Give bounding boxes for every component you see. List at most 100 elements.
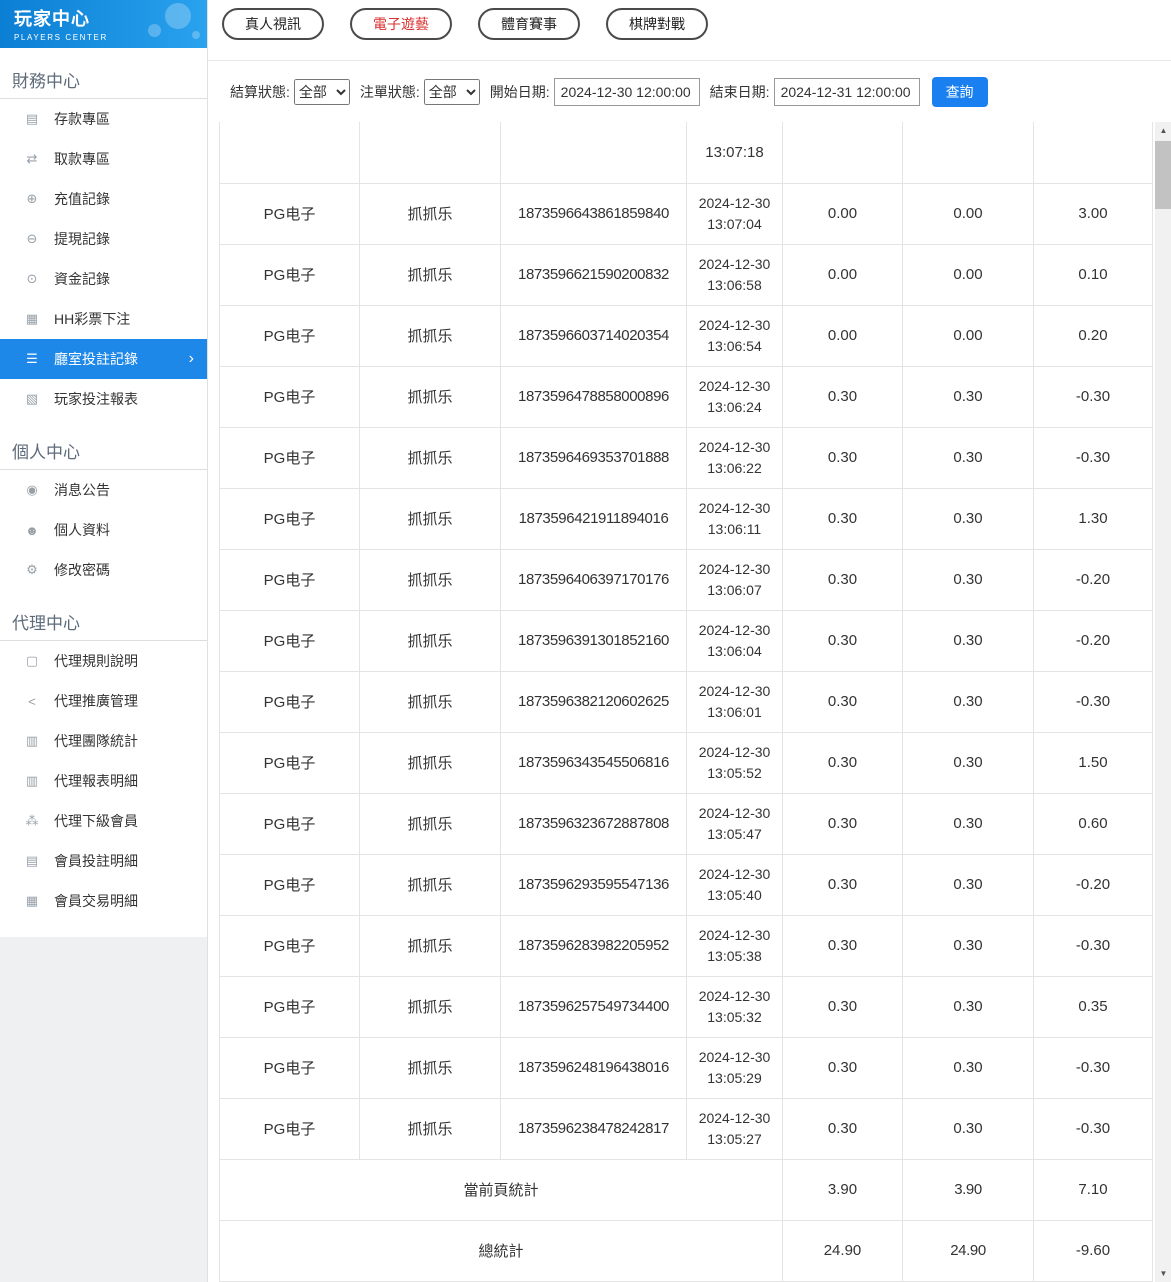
sidebar-item[interactable]: ☻個人資料 [0, 510, 207, 550]
player-bet-report-icon: ▧ [23, 391, 41, 407]
sidebar-item[interactable]: ▦會員交易明細 [0, 881, 207, 921]
time-cell: 2024-12-3013:06:01 [687, 671, 783, 732]
game-cell: 抓抓乐 [360, 976, 501, 1037]
table-row: PG电子抓抓乐18735963435455068162024-12-3013:0… [220, 732, 1153, 793]
order-cell: 1873596478858000896 [501, 366, 687, 427]
winloss-cell: -0.30 [1034, 427, 1153, 488]
scroll-down-arrow-icon[interactable]: ▼ [1155, 1265, 1171, 1282]
room-bet-records-icon: ☰ [23, 351, 41, 367]
order-status-select[interactable]: 全部 [424, 79, 480, 105]
provider-cell: PG电子 [220, 427, 360, 488]
game-cell: 抓抓乐 [360, 1098, 501, 1159]
game-cell: 抓抓乐 [360, 366, 501, 427]
sidebar-item[interactable]: <代理推廣管理 [0, 681, 207, 721]
bet-amount-cell: 0.30 [783, 427, 903, 488]
category-tab[interactable]: 棋牌對戰 [606, 8, 708, 40]
winloss-cell: -0.30 [1034, 1098, 1153, 1159]
provider-cell: PG电子 [220, 366, 360, 427]
order-cell: 1873596643861859840 [501, 183, 687, 244]
category-tab[interactable]: 真人視訊 [222, 8, 324, 40]
time-cell: 13:07:18 [687, 122, 783, 183]
table-row: PG电子抓抓乐18735964693537018882024-12-3013:0… [220, 427, 1153, 488]
game-cell: 抓抓乐 [360, 427, 501, 488]
valid-bet-cell: 0.30 [903, 1098, 1034, 1159]
scroll-thumb[interactable] [1155, 141, 1171, 209]
end-date-input[interactable] [774, 78, 920, 106]
scrollbar[interactable]: ▲ ▼ [1155, 122, 1171, 1282]
provider-cell: PG电子 [220, 305, 360, 366]
sidebar-item[interactable]: ⊖提現記錄 [0, 219, 207, 259]
bet-date: 2024-12-30 [692, 742, 777, 763]
bet-time: 13:06:04 [692, 641, 777, 662]
time-cell: 2024-12-3013:06:58 [687, 244, 783, 305]
query-button[interactable]: 查詢 [932, 77, 988, 107]
sidebar-item-label: 修改密碼 [54, 560, 110, 580]
time-cell: 2024-12-3013:05:52 [687, 732, 783, 793]
start-date-input[interactable] [554, 78, 700, 106]
sidebar-item[interactable]: ⁂代理下級會員 [0, 801, 207, 841]
sidebar-item[interactable]: ◉消息公告 [0, 470, 207, 510]
scroll-up-arrow-icon[interactable]: ▲ [1155, 122, 1171, 139]
promotion-share-icon: < [23, 694, 41, 709]
sidebar-item[interactable]: ⊙資金記錄 [0, 259, 207, 299]
sidebar-section-title: 財務中心 [0, 58, 207, 99]
sidebar-item-label: 消息公告 [54, 480, 110, 500]
valid-bet-cell: 0.00 [903, 305, 1034, 366]
member-bets-icon: ▤ [23, 853, 41, 869]
bet-amount-cell: 0.30 [783, 366, 903, 427]
bet-records-table-wrap: 13:07:18PG电子抓抓乐18735966438618598402024-1… [219, 122, 1153, 1282]
lottery-bet-icon: ▦ [23, 311, 41, 327]
sidebar-item[interactable]: ☰廳室投註記錄› [0, 339, 207, 379]
bet-amount-cell: 0.30 [783, 1098, 903, 1159]
game-cell: 抓抓乐 [360, 671, 501, 732]
bet-time: 13:06:01 [692, 702, 777, 723]
sidebar-item[interactable]: ⇄取款專區 [0, 139, 207, 179]
sidebar-item[interactable]: ⚙修改密碼 [0, 550, 207, 590]
sidebar: 玩家中心 PLAYERS CENTER 財務中心▤存款專區⇄取款專區⊕充值記錄⊖… [0, 0, 208, 1282]
bet-time: 13:05:40 [692, 885, 777, 906]
report-detail-icon: ▥ [23, 773, 41, 789]
valid-bet-cell: 0.30 [903, 854, 1034, 915]
table-row: PG电子抓抓乐18735966037140203542024-12-3013:0… [220, 305, 1153, 366]
winloss-cell: 0.10 [1034, 244, 1153, 305]
game-cell: 抓抓乐 [360, 1037, 501, 1098]
order-cell: 1873596469353701888 [501, 427, 687, 488]
decor-circle [192, 31, 200, 39]
valid-bet-cell: 0.30 [903, 976, 1034, 1037]
settle-status-select[interactable]: 全部 [294, 79, 350, 105]
sidebar-item[interactable]: ▢代理規則說明 [0, 641, 207, 681]
sidebar-item[interactable]: ▦HH彩票下注 [0, 299, 207, 339]
sidebar-item[interactable]: ▧玩家投注報表 [0, 379, 207, 419]
bet-amount-cell: 0.00 [783, 305, 903, 366]
provider-cell [220, 122, 360, 183]
sidebar-item[interactable]: ▥代理團隊統計 [0, 721, 207, 761]
valid-bet-cell: 3.90 [903, 1159, 1034, 1220]
winloss-cell: -0.30 [1034, 1037, 1153, 1098]
bet-amount-cell: 0.30 [783, 671, 903, 732]
valid-bet-cell: 0.30 [903, 488, 1034, 549]
game-cell: 抓抓乐 [360, 488, 501, 549]
sidebar-item[interactable]: ▤會員投註明細 [0, 841, 207, 881]
sidebar-item-label: 廳室投註記錄 [54, 349, 138, 369]
winloss-cell: 1.30 [1034, 488, 1153, 549]
decor-circle [165, 3, 191, 29]
bet-amount-cell: 0.30 [783, 915, 903, 976]
valid-bet-cell: 0.00 [903, 183, 1034, 244]
category-tab[interactable]: 電子遊藝 [350, 8, 452, 40]
game-cell: 抓抓乐 [360, 793, 501, 854]
provider-cell: PG电子 [220, 1098, 360, 1159]
sidebar-item-label: 代理下級會員 [54, 811, 138, 831]
winloss-cell: -0.30 [1034, 366, 1153, 427]
sidebar-item[interactable]: ▤存款專區 [0, 99, 207, 139]
winloss-cell: 1.50 [1034, 732, 1153, 793]
provider-cell: PG电子 [220, 488, 360, 549]
category-tabs: 真人視訊電子遊藝體育賽事棋牌對戰 [208, 0, 1171, 61]
winloss-cell: -0.20 [1034, 549, 1153, 610]
bet-date: 2024-12-30 [692, 193, 777, 214]
winloss-cell: 7.10 [1034, 1159, 1153, 1220]
sidebar-item[interactable]: ⊕充值記錄 [0, 179, 207, 219]
sidebar-panel: 玩家中心 PLAYERS CENTER 財務中心▤存款專區⇄取款專區⊕充值記錄⊖… [0, 0, 207, 937]
sidebar-item[interactable]: ▥代理報表明細 [0, 761, 207, 801]
table-row: PG电子抓抓乐18735964788580008962024-12-3013:0… [220, 366, 1153, 427]
category-tab[interactable]: 體育賽事 [478, 8, 580, 40]
